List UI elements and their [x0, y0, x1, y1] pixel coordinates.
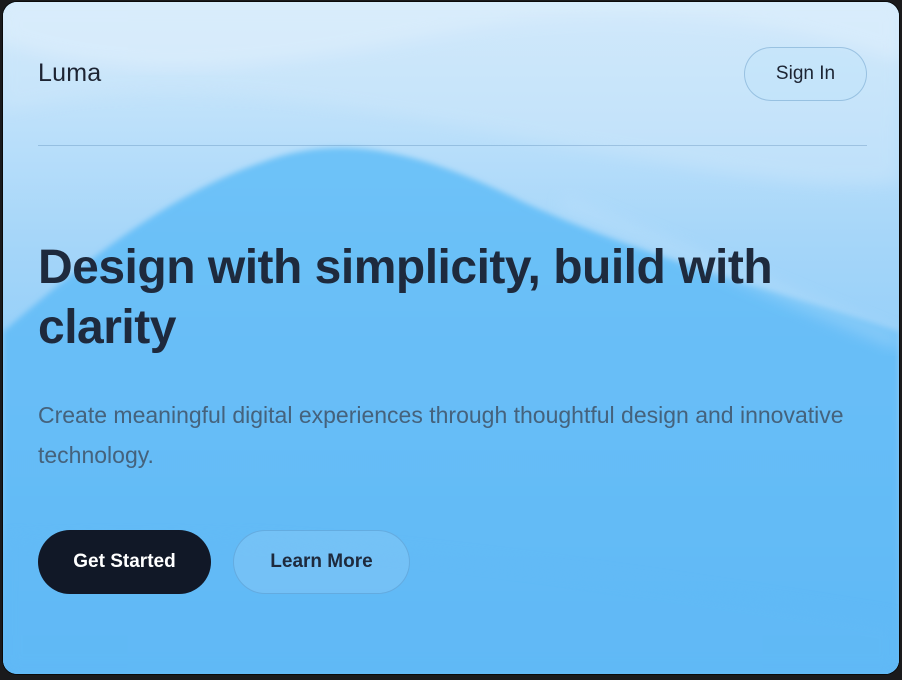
- landing-content: Luma Sign In Design with simplicity, bui…: [3, 2, 899, 674]
- get-started-button[interactable]: Get Started: [38, 530, 211, 594]
- brand-logo[interactable]: Luma: [38, 59, 101, 88]
- top-navbar: Luma Sign In: [38, 46, 867, 102]
- landing-window: Luma Sign In Design with simplicity, bui…: [3, 2, 899, 674]
- sign-in-button[interactable]: Sign In: [744, 47, 867, 101]
- hero-subtitle: Create meaningful digital experiences th…: [38, 402, 844, 468]
- learn-more-button[interactable]: Learn More: [233, 530, 410, 594]
- hero-title: Design with simplicity, build with clari…: [38, 241, 773, 354]
- header-divider: [38, 145, 867, 146]
- cta-button-group: Get Started Learn More: [38, 530, 410, 594]
